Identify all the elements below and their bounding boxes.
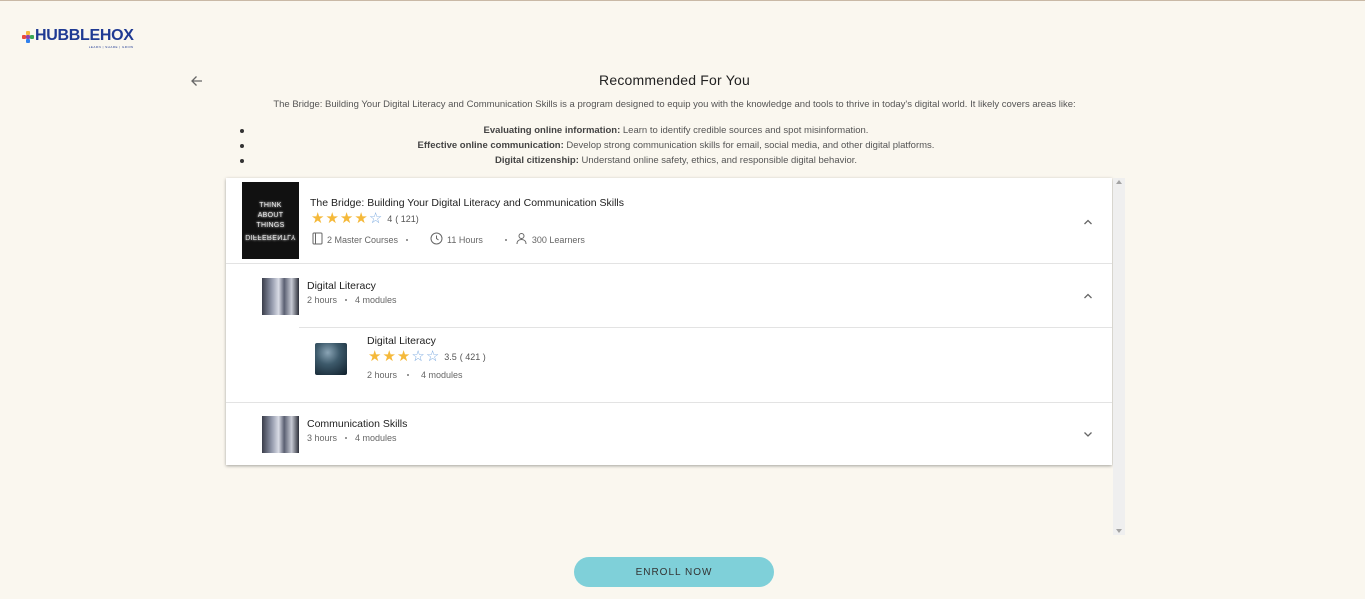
scroll-up-icon[interactable] xyxy=(1116,180,1122,184)
course-modules: 4 modules xyxy=(355,433,397,443)
clock-icon xyxy=(430,232,443,247)
top-border xyxy=(0,0,1365,1)
review-count: ( 421 ) xyxy=(459,351,486,362)
star-icon: ★ xyxy=(354,210,368,227)
enroll-now-button[interactable]: ENROLL NOW xyxy=(574,557,774,587)
module-rating: ★ ★ ★ ☆ ☆ 3.5 ( 421 ) xyxy=(368,349,486,364)
learner-icon xyxy=(515,232,528,247)
learners: 300 Learners xyxy=(531,234,585,245)
program-thumbnail: THINK ABOUT THINGS DIFFERENTLY xyxy=(242,182,299,259)
program-panel: THINK ABOUT THINGS DIFFERENTLY The Bridg… xyxy=(226,178,1112,465)
thumb-line: ABOUT xyxy=(257,212,284,219)
course-thumbnail xyxy=(262,278,299,315)
program-meta: 2 Master Courses 11 Hours 300 Learners xyxy=(312,232,585,247)
program-row[interactable]: THINK ABOUT THINGS DIFFERENTLY The Bridg… xyxy=(226,178,1112,264)
module-title: Digital Literacy xyxy=(367,335,436,347)
chevron-up-icon[interactable] xyxy=(1082,215,1094,227)
star-icon: ★ xyxy=(368,348,382,365)
separator-dot xyxy=(406,238,409,241)
logo-tagline: LEARN | SHARE | GROW xyxy=(88,45,134,49)
star-outline-icon: ☆ xyxy=(368,210,383,227)
star-outline-icon: ☆ xyxy=(411,348,425,365)
course-title: Digital Literacy xyxy=(307,280,376,292)
star-icon: ★ xyxy=(325,210,339,227)
logo-mark-icon xyxy=(22,31,34,43)
bullet-desc: Develop strong communication skills for … xyxy=(563,140,935,151)
course-meta: 2 hours 4 modules xyxy=(307,295,397,305)
page-title: Recommended For You xyxy=(599,72,750,88)
course-title: Communication Skills xyxy=(307,418,408,430)
bullet-desc: Understand online safety, ethics, and re… xyxy=(578,155,858,166)
program-title: The Bridge: Building Your Digital Litera… xyxy=(310,197,624,209)
bullet-term: Effective online communication: xyxy=(417,140,564,151)
review-count: ( 121) xyxy=(395,213,419,224)
duration: 11 Hours xyxy=(447,234,483,245)
star-icon: ★ xyxy=(382,348,396,365)
module-thumbnail xyxy=(315,343,347,375)
program-description: The Bridge: Building Your Digital Litera… xyxy=(273,99,1076,110)
list-item: Digital citizenship: Understand online s… xyxy=(226,153,1126,168)
module-count: 4 modules xyxy=(421,370,463,380)
thumb-line: THINK xyxy=(259,202,282,209)
bullet-term: Digital citizenship: xyxy=(494,155,579,166)
bullet-desc: Learn to identify credible sources and s… xyxy=(620,125,869,136)
scroll-down-icon[interactable] xyxy=(1116,529,1122,533)
separator-dot xyxy=(407,374,410,376)
course-hours: 3 hours xyxy=(307,433,338,443)
separator-dot xyxy=(345,437,348,439)
separator-dot xyxy=(345,299,348,301)
rating-value: 4 xyxy=(387,213,393,224)
list-item: Evaluating online information: Learn to … xyxy=(226,123,1126,138)
course-modules: 4 modules xyxy=(355,295,397,305)
program-rating: ★ ★ ★ ★ ☆ 4 ( 121) xyxy=(311,211,419,226)
module-hours: 2 hours xyxy=(367,370,398,380)
star-outline-icon: ☆ xyxy=(425,348,440,365)
course-row-digital-literacy[interactable]: Digital Literacy 2 hours 4 modules xyxy=(226,264,1112,327)
bullet-term: Evaluating online information: xyxy=(483,125,621,136)
star-icon: ★ xyxy=(396,348,411,365)
list-item: Effective online communication: Develop … xyxy=(226,138,1126,153)
topic-list: Evaluating online information: Learn to … xyxy=(226,123,1126,168)
course-thumbnail xyxy=(262,416,299,453)
thumb-line: DIFFERENTLY xyxy=(245,233,296,240)
logo-name: HUBBLEHOX xyxy=(35,27,134,44)
hubblehox-logo[interactable]: HUBBLEHOX LEARN | SHARE | GROW xyxy=(22,28,134,49)
module-meta: 2 hours 4 modules xyxy=(367,370,463,380)
course-meta: 3 hours 4 modules xyxy=(307,433,397,443)
master-courses: 2 Master Courses xyxy=(327,234,399,245)
star-icon: ★ xyxy=(311,210,325,227)
chevron-down-icon[interactable] xyxy=(1082,427,1094,439)
rating-value: 3.5 xyxy=(444,351,457,362)
separator-dot xyxy=(504,238,507,241)
book-icon xyxy=(312,232,323,247)
panel-scrollbar[interactable] xyxy=(1113,178,1125,535)
thumb-line: THINGS xyxy=(256,222,285,229)
star-icon: ★ xyxy=(339,210,354,227)
chevron-up-icon[interactable] xyxy=(1082,289,1094,301)
course-hours: 2 hours xyxy=(307,295,338,305)
course-row-communication-skills[interactable]: Communication Skills 3 hours 4 modules xyxy=(226,403,1112,465)
module-row-digital-literacy[interactable]: Digital Literacy ★ ★ ★ ☆ ☆ 3.5 ( 421 ) 2… xyxy=(226,328,1112,402)
